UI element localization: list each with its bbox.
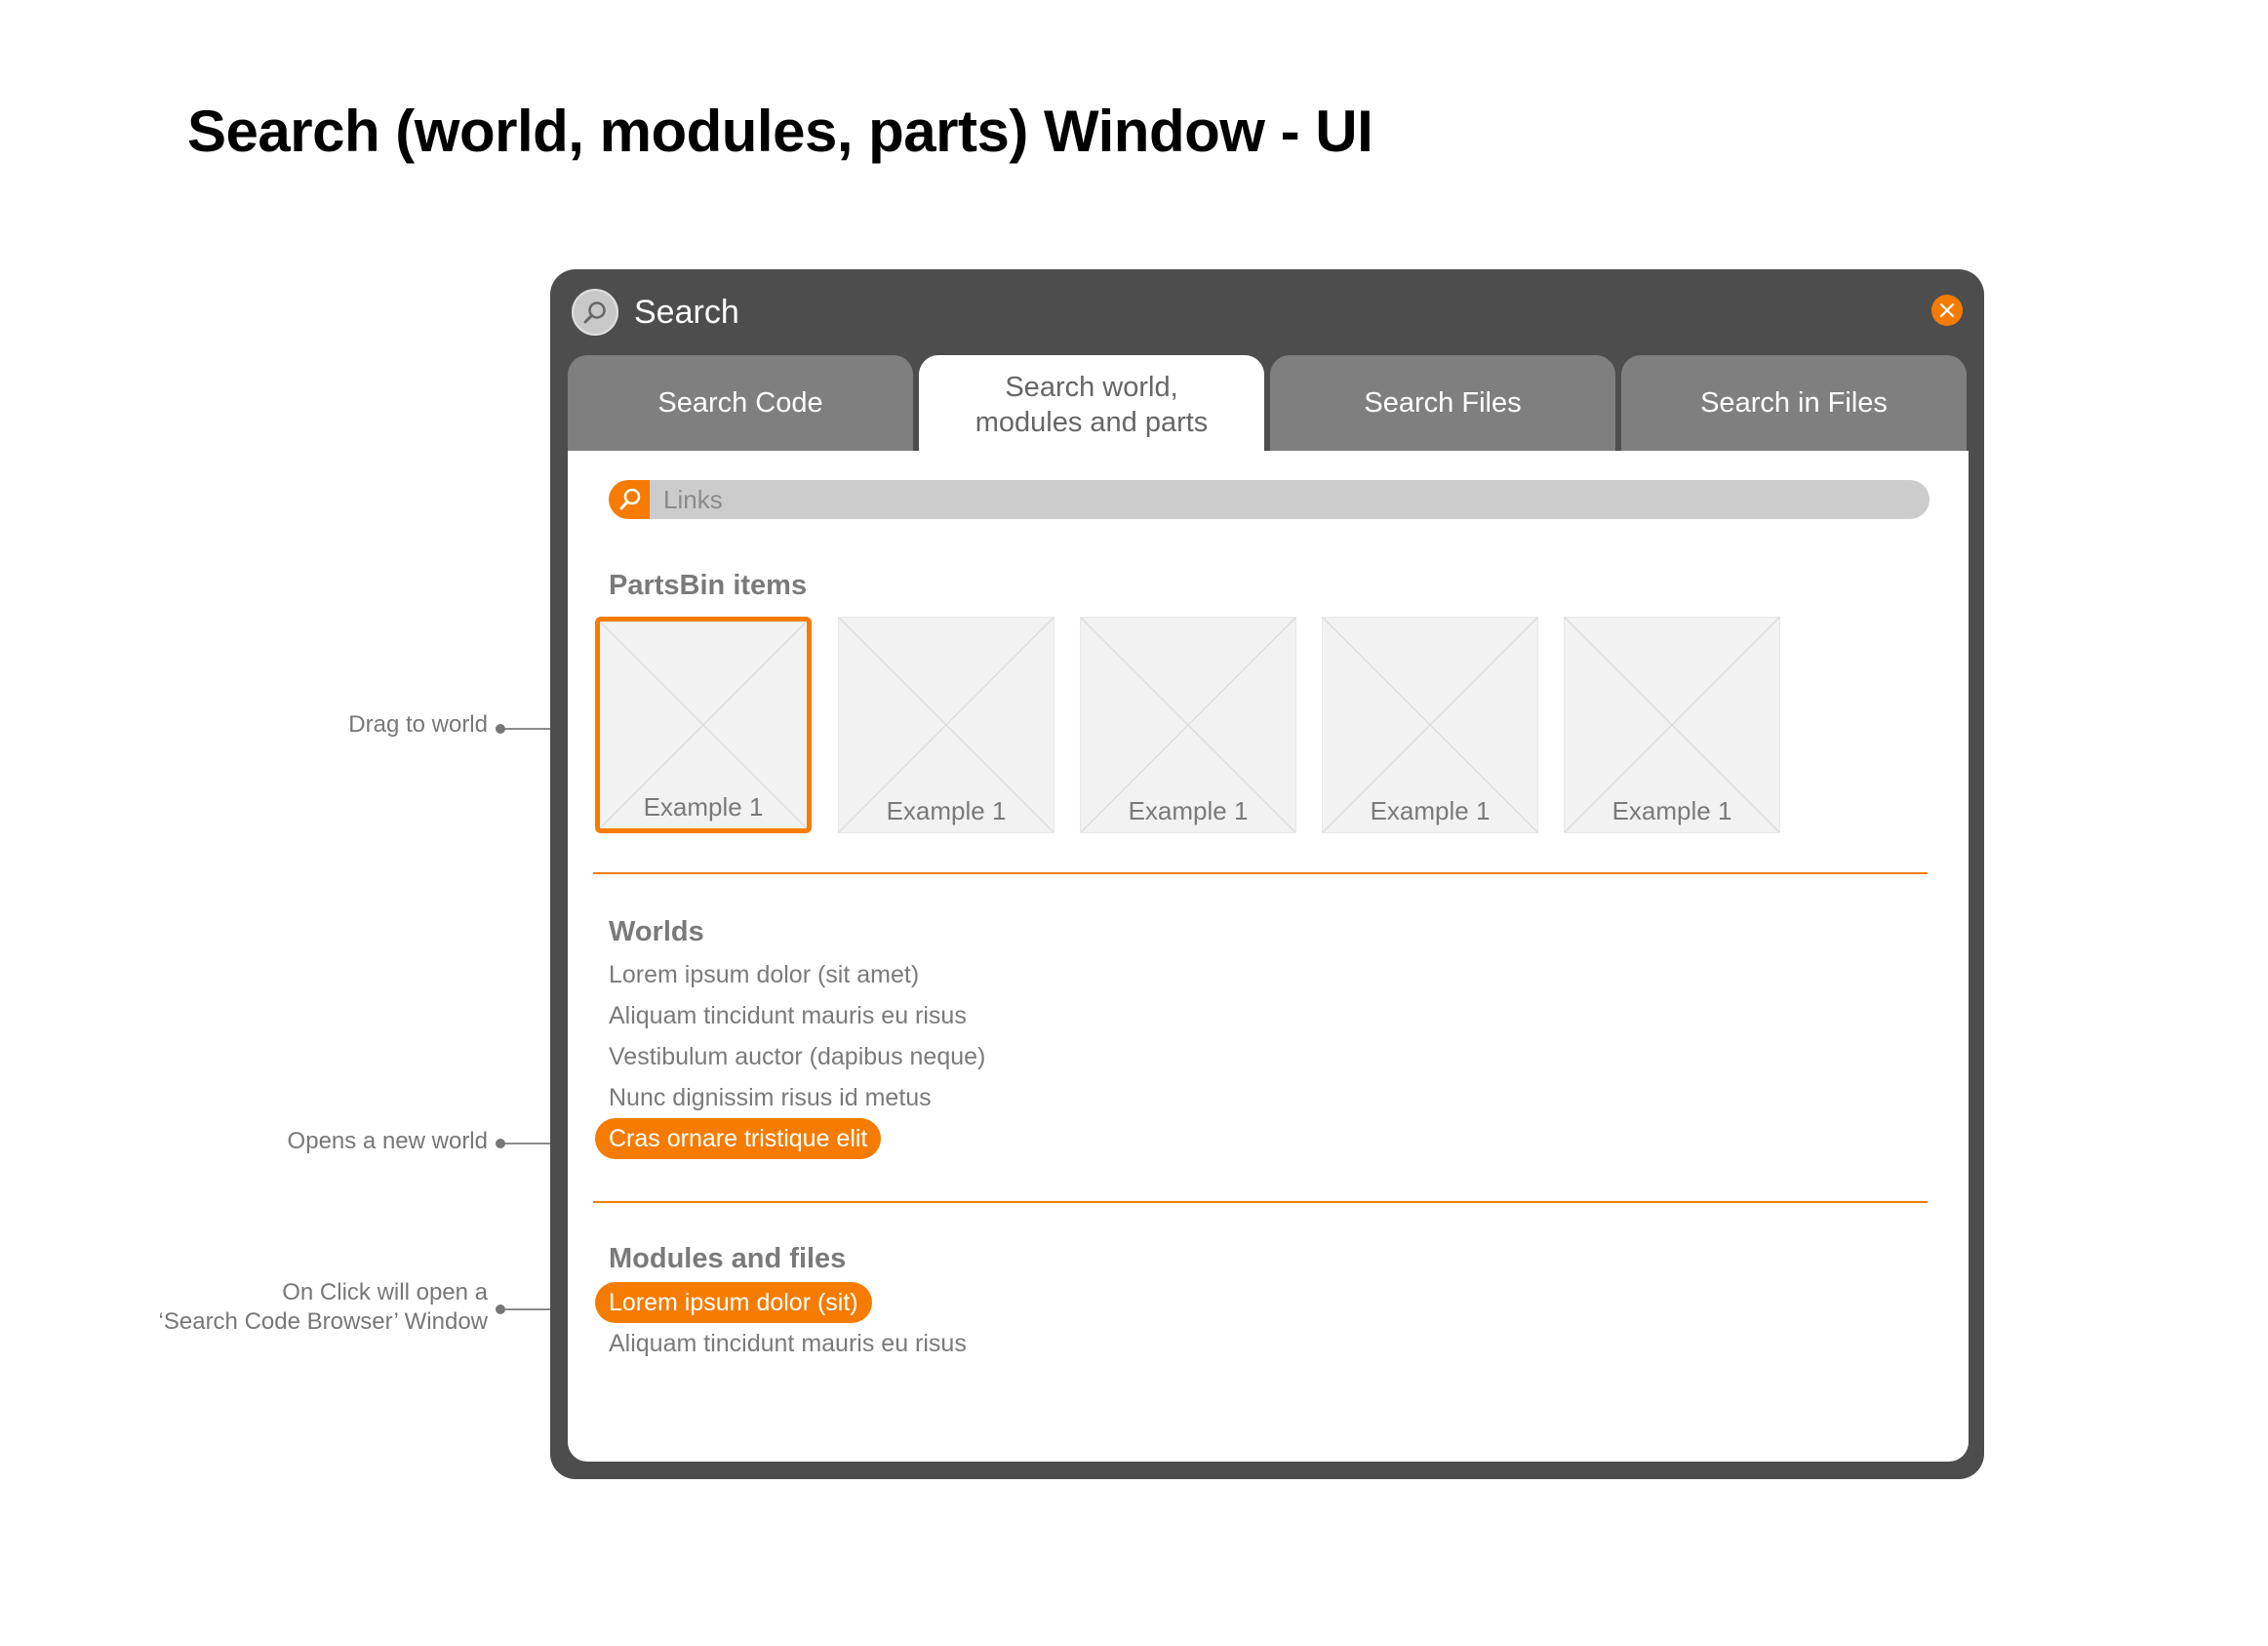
tab-search-in-files[interactable]: Search in Files bbox=[1621, 355, 1967, 451]
modules-list: Lorem ipsum dolor (sit) Aliquam tincidun… bbox=[595, 1282, 1375, 1364]
page-title: Search (world, modules, parts) Window - … bbox=[187, 99, 1373, 164]
section-heading-worlds: Worlds bbox=[609, 916, 704, 947]
partsbin-row: Example 1 Example 1 Example 1 Example 1 … bbox=[595, 617, 1805, 841]
part-card[interactable]: Example 1 bbox=[838, 617, 1054, 833]
part-card[interactable]: Example 1 bbox=[1322, 617, 1538, 833]
part-label: Example 1 bbox=[643, 792, 764, 822]
worlds-list: Lorem ipsum dolor (sit amet) Aliquam tin… bbox=[595, 954, 1375, 1159]
part-card[interactable]: Example 1 bbox=[595, 617, 812, 833]
annotation-on-click-line1: On Click will open a bbox=[282, 1279, 488, 1305]
tab-label: Search world, modules and parts bbox=[975, 372, 1209, 438]
connector-dot bbox=[496, 1139, 505, 1148]
search-button[interactable] bbox=[609, 480, 650, 519]
annotation-on-click: On Click will open a ‘Search Code Browse… bbox=[98, 1278, 488, 1341]
search-bar bbox=[609, 480, 1930, 519]
part-label: Example 1 bbox=[886, 796, 1007, 825]
tab-search-code[interactable]: Search Code bbox=[568, 355, 913, 451]
world-item-highlighted[interactable]: Cras ornare tristique elit bbox=[595, 1118, 882, 1159]
section-divider bbox=[593, 1201, 1928, 1203]
tab-search-world-modules-parts[interactable]: Search world, modules and parts bbox=[919, 355, 1264, 455]
tab-label: Search Files bbox=[1364, 387, 1522, 419]
annotation-drag-text: Drag to world bbox=[348, 711, 488, 738]
part-card[interactable]: Example 1 bbox=[1564, 617, 1780, 833]
world-item[interactable]: Lorem ipsum dolor (sit amet) bbox=[595, 954, 933, 995]
world-item[interactable]: Aliquam tincidunt mauris eu risus bbox=[595, 995, 980, 1036]
annotation-on-click-line2: ‘Search Code Browser’ Window bbox=[158, 1308, 488, 1335]
close-icon bbox=[1939, 302, 1955, 318]
part-label: Example 1 bbox=[1370, 796, 1491, 825]
annotation-drag: Drag to world bbox=[195, 710, 488, 740]
part-label: Example 1 bbox=[1611, 796, 1732, 825]
section-heading-partsbin: PartsBin items bbox=[609, 570, 808, 601]
world-item[interactable]: Vestibulum auctor (dapibus neque) bbox=[595, 1036, 999, 1077]
module-item-highlighted[interactable]: Lorem ipsum dolor (sit) bbox=[595, 1282, 872, 1323]
window-title: Search bbox=[634, 294, 739, 331]
module-item[interactable]: Aliquam tincidunt mauris eu risus bbox=[595, 1323, 980, 1364]
connector-dot bbox=[496, 1305, 505, 1314]
section-divider bbox=[593, 872, 1928, 874]
connector-dot bbox=[496, 724, 505, 734]
part-card[interactable]: Example 1 bbox=[1080, 617, 1296, 833]
annotation-opens-world: Opens a new world bbox=[195, 1127, 488, 1156]
tab-label: Search Code bbox=[657, 387, 823, 419]
section-heading-modules: Modules and files bbox=[609, 1243, 847, 1274]
search-window: Search Search Code Search world, modules… bbox=[550, 269, 1984, 1479]
search-input[interactable] bbox=[663, 480, 1912, 519]
tab-content: PartsBin items Example 1 Example 1 bbox=[568, 451, 1969, 1462]
annotation-opens-world-text: Opens a new world bbox=[287, 1128, 488, 1154]
search-icon bbox=[619, 488, 641, 510]
tab-label: Search in Files bbox=[1700, 387, 1888, 419]
close-button[interactable] bbox=[1931, 295, 1963, 326]
part-label: Example 1 bbox=[1128, 796, 1249, 825]
tab-bar: Search Code Search world, modules and pa… bbox=[568, 355, 1969, 455]
tab-search-files[interactable]: Search Files bbox=[1270, 355, 1615, 451]
search-icon bbox=[572, 289, 618, 336]
world-item[interactable]: Nunc dignissim risus id metus bbox=[595, 1077, 945, 1118]
